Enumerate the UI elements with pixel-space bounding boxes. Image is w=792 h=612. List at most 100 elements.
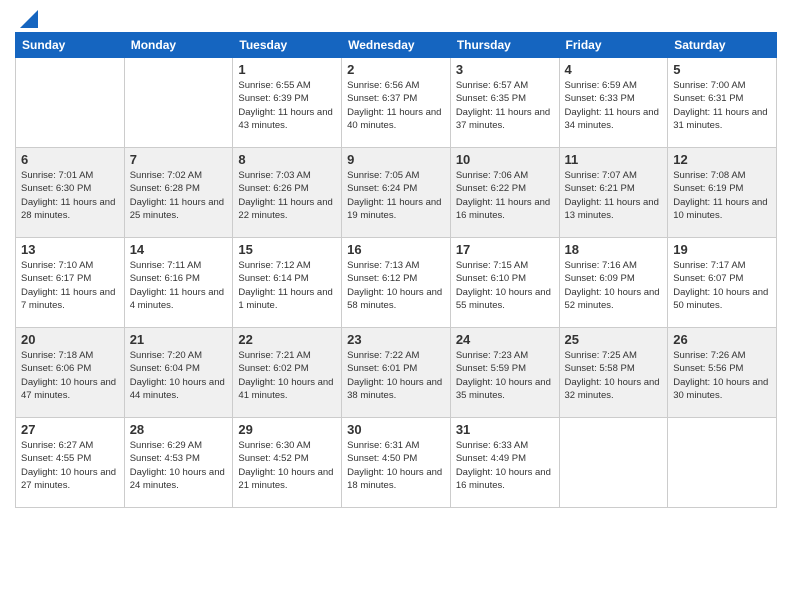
week-row-5: 27Sunrise: 6:27 AMSunset: 4:55 PMDayligh… — [16, 418, 777, 508]
weekday-header-wednesday: Wednesday — [342, 33, 451, 58]
calendar-cell: 22 Sunrise: 7:21 AMSunset: 6:02 PMDayligh… — [233, 328, 342, 418]
day-info: Sunrise: 7:02 AMSunset: 6:28 PMDaylight:… — [130, 169, 228, 222]
day-number: 29 — [238, 422, 336, 437]
day-number: 22 — [238, 332, 336, 347]
day-number: 18 — [565, 242, 663, 257]
calendar-cell: 30Sunrise: 6:31 AMSunset: 4:50 PMDayligh… — [342, 418, 451, 508]
day-info: Sunrise: 7:06 AMSunset: 6:22 PMDaylight:… — [456, 169, 554, 222]
calendar-cell: 14 Sunrise: 7:11 AMSunset: 6:16 PMDayligh… — [124, 238, 233, 328]
day-info: Sunrise: 7:07 AMSunset: 6:21 PMDaylight:… — [565, 169, 663, 222]
day-info: Sunrise: 7:08 AMSunset: 6:19 PMDaylight:… — [673, 169, 771, 222]
weekday-header-monday: Monday — [124, 33, 233, 58]
day-number: 1 — [238, 62, 336, 77]
logo — [15, 10, 39, 24]
day-number: 3 — [456, 62, 554, 77]
weekday-header-saturday: Saturday — [668, 33, 777, 58]
day-info: Sunrise: 7:17 AMSunset: 6:07 PMDaylight:… — [673, 259, 771, 312]
calendar-cell: 13 Sunrise: 7:10 AMSunset: 6:17 PMDayligh… — [16, 238, 125, 328]
day-info: Sunrise: 6:57 AMSunset: 6:35 PMDaylight:… — [456, 79, 554, 132]
day-info: Sunrise: 7:11 AMSunset: 6:16 PMDaylight:… — [130, 259, 228, 312]
day-number: 23 — [347, 332, 445, 347]
calendar-cell: 8 Sunrise: 7:03 AMSunset: 6:26 PMDaylight… — [233, 148, 342, 238]
day-info: Sunrise: 7:26 AMSunset: 5:56 PMDaylight:… — [673, 349, 771, 402]
calendar-cell: 12 Sunrise: 7:08 AMSunset: 6:19 PMDayligh… — [668, 148, 777, 238]
day-number: 9 — [347, 152, 445, 167]
day-number: 12 — [673, 152, 771, 167]
day-info: Sunrise: 7:22 AMSunset: 6:01 PMDaylight:… — [347, 349, 445, 402]
day-number: 8 — [238, 152, 336, 167]
calendar-cell: 4 Sunrise: 6:59 AMSunset: 6:33 PMDaylight… — [559, 58, 668, 148]
weekday-header-friday: Friday — [559, 33, 668, 58]
calendar-cell: 9 Sunrise: 7:05 AMSunset: 6:24 PMDaylight… — [342, 148, 451, 238]
page: SundayMondayTuesdayWednesdayThursdayFrid… — [0, 0, 792, 612]
calendar-cell — [16, 58, 125, 148]
day-number: 7 — [130, 152, 228, 167]
header-row: SundayMondayTuesdayWednesdayThursdayFrid… — [16, 33, 777, 58]
calendar-cell: 31 Sunrise: 6:33 AMSunset: 4:49 PMDayligh… — [450, 418, 559, 508]
calendar-cell: 28 Sunrise: 6:29 AMSunset: 4:53 PMDayligh… — [124, 418, 233, 508]
calendar-cell — [668, 418, 777, 508]
day-number: 14 — [130, 242, 228, 257]
day-number: 10 — [456, 152, 554, 167]
day-info: Sunrise: 7:03 AMSunset: 6:26 PMDaylight:… — [238, 169, 336, 222]
day-info: Sunrise: 7:18 AMSunset: 6:06 PMDaylight:… — [21, 349, 119, 402]
calendar-cell: 23 Sunrise: 7:22 AMSunset: 6:01 PMDayligh… — [342, 328, 451, 418]
day-info: Sunrise: 7:16 AMSunset: 6:09 PMDaylight:… — [565, 259, 663, 312]
calendar-cell: 18 Sunrise: 7:16 AMSunset: 6:09 PMDayligh… — [559, 238, 668, 328]
calendar-cell: 27Sunrise: 6:27 AMSunset: 4:55 PMDayligh… — [16, 418, 125, 508]
logo-icon — [16, 10, 38, 28]
day-info: Sunrise: 6:55 AMSunset: 6:39 PMDaylight:… — [238, 79, 336, 132]
day-number: 4 — [565, 62, 663, 77]
week-row-4: 20 Sunrise: 7:18 AMSunset: 6:06 PMDayligh… — [16, 328, 777, 418]
week-row-3: 13 Sunrise: 7:10 AMSunset: 6:17 PMDayligh… — [16, 238, 777, 328]
day-info: Sunrise: 6:59 AMSunset: 6:33 PMDaylight:… — [565, 79, 663, 132]
calendar-cell: 15Sunrise: 7:12 AMSunset: 6:14 PMDayligh… — [233, 238, 342, 328]
day-number: 6 — [21, 152, 119, 167]
calendar-cell: 20 Sunrise: 7:18 AMSunset: 6:06 PMDayligh… — [16, 328, 125, 418]
day-number: 5 — [673, 62, 771, 77]
calendar: SundayMondayTuesdayWednesdayThursdayFrid… — [15, 32, 777, 508]
day-info: Sunrise: 7:25 AMSunset: 5:58 PMDaylight:… — [565, 349, 663, 402]
day-number: 20 — [21, 332, 119, 347]
day-info: Sunrise: 7:01 AMSunset: 6:30 PMDaylight:… — [21, 169, 119, 222]
day-info: Sunrise: 6:31 AMSunset: 4:50 PMDaylight:… — [347, 439, 445, 492]
day-number: 11 — [565, 152, 663, 167]
calendar-cell: 7 Sunrise: 7:02 AMSunset: 6:28 PMDaylight… — [124, 148, 233, 238]
day-number: 21 — [130, 332, 228, 347]
day-number: 31 — [456, 422, 554, 437]
weekday-header-thursday: Thursday — [450, 33, 559, 58]
calendar-cell: 6 Sunrise: 7:01 AMSunset: 6:30 PMDaylight… — [16, 148, 125, 238]
day-info: Sunrise: 7:13 AMSunset: 6:12 PMDaylight:… — [347, 259, 445, 312]
calendar-cell: 11 Sunrise: 7:07 AMSunset: 6:21 PMDayligh… — [559, 148, 668, 238]
day-number: 16 — [347, 242, 445, 257]
weekday-header-sunday: Sunday — [16, 33, 125, 58]
day-info: Sunrise: 6:30 AMSunset: 4:52 PMDaylight:… — [238, 439, 336, 492]
day-number: 27 — [21, 422, 119, 437]
calendar-cell: 5Sunrise: 7:00 AMSunset: 6:31 PMDaylight… — [668, 58, 777, 148]
weekday-header-tuesday: Tuesday — [233, 33, 342, 58]
day-number: 25 — [565, 332, 663, 347]
calendar-cell: 21Sunrise: 7:20 AMSunset: 6:04 PMDayligh… — [124, 328, 233, 418]
calendar-cell: 17Sunrise: 7:15 AMSunset: 6:10 PMDayligh… — [450, 238, 559, 328]
day-info: Sunrise: 7:05 AMSunset: 6:24 PMDaylight:… — [347, 169, 445, 222]
calendar-cell: 19 Sunrise: 7:17 AMSunset: 6:07 PMDayligh… — [668, 238, 777, 328]
day-number: 13 — [21, 242, 119, 257]
day-info: Sunrise: 6:29 AMSunset: 4:53 PMDaylight:… — [130, 439, 228, 492]
day-number: 2 — [347, 62, 445, 77]
header — [15, 10, 777, 24]
day-info: Sunrise: 7:10 AMSunset: 6:17 PMDaylight:… — [21, 259, 119, 312]
calendar-cell — [124, 58, 233, 148]
day-number: 19 — [673, 242, 771, 257]
day-number: 26 — [673, 332, 771, 347]
calendar-cell: 2 Sunrise: 6:56 AMSunset: 6:37 PMDaylight… — [342, 58, 451, 148]
calendar-cell: 26 Sunrise: 7:26 AMSunset: 5:56 PMDayligh… — [668, 328, 777, 418]
day-number: 15 — [238, 242, 336, 257]
day-info: Sunrise: 6:56 AMSunset: 6:37 PMDaylight:… — [347, 79, 445, 132]
day-number: 17 — [456, 242, 554, 257]
day-number: 28 — [130, 422, 228, 437]
day-info: Sunrise: 6:33 AMSunset: 4:49 PMDaylight:… — [456, 439, 554, 492]
day-info: Sunrise: 7:23 AMSunset: 5:59 PMDaylight:… — [456, 349, 554, 402]
calendar-cell: 16 Sunrise: 7:13 AMSunset: 6:12 PMDayligh… — [342, 238, 451, 328]
day-info: Sunrise: 7:21 AMSunset: 6:02 PMDaylight:… — [238, 349, 336, 402]
calendar-cell: 29 Sunrise: 6:30 AMSunset: 4:52 PMDayligh… — [233, 418, 342, 508]
